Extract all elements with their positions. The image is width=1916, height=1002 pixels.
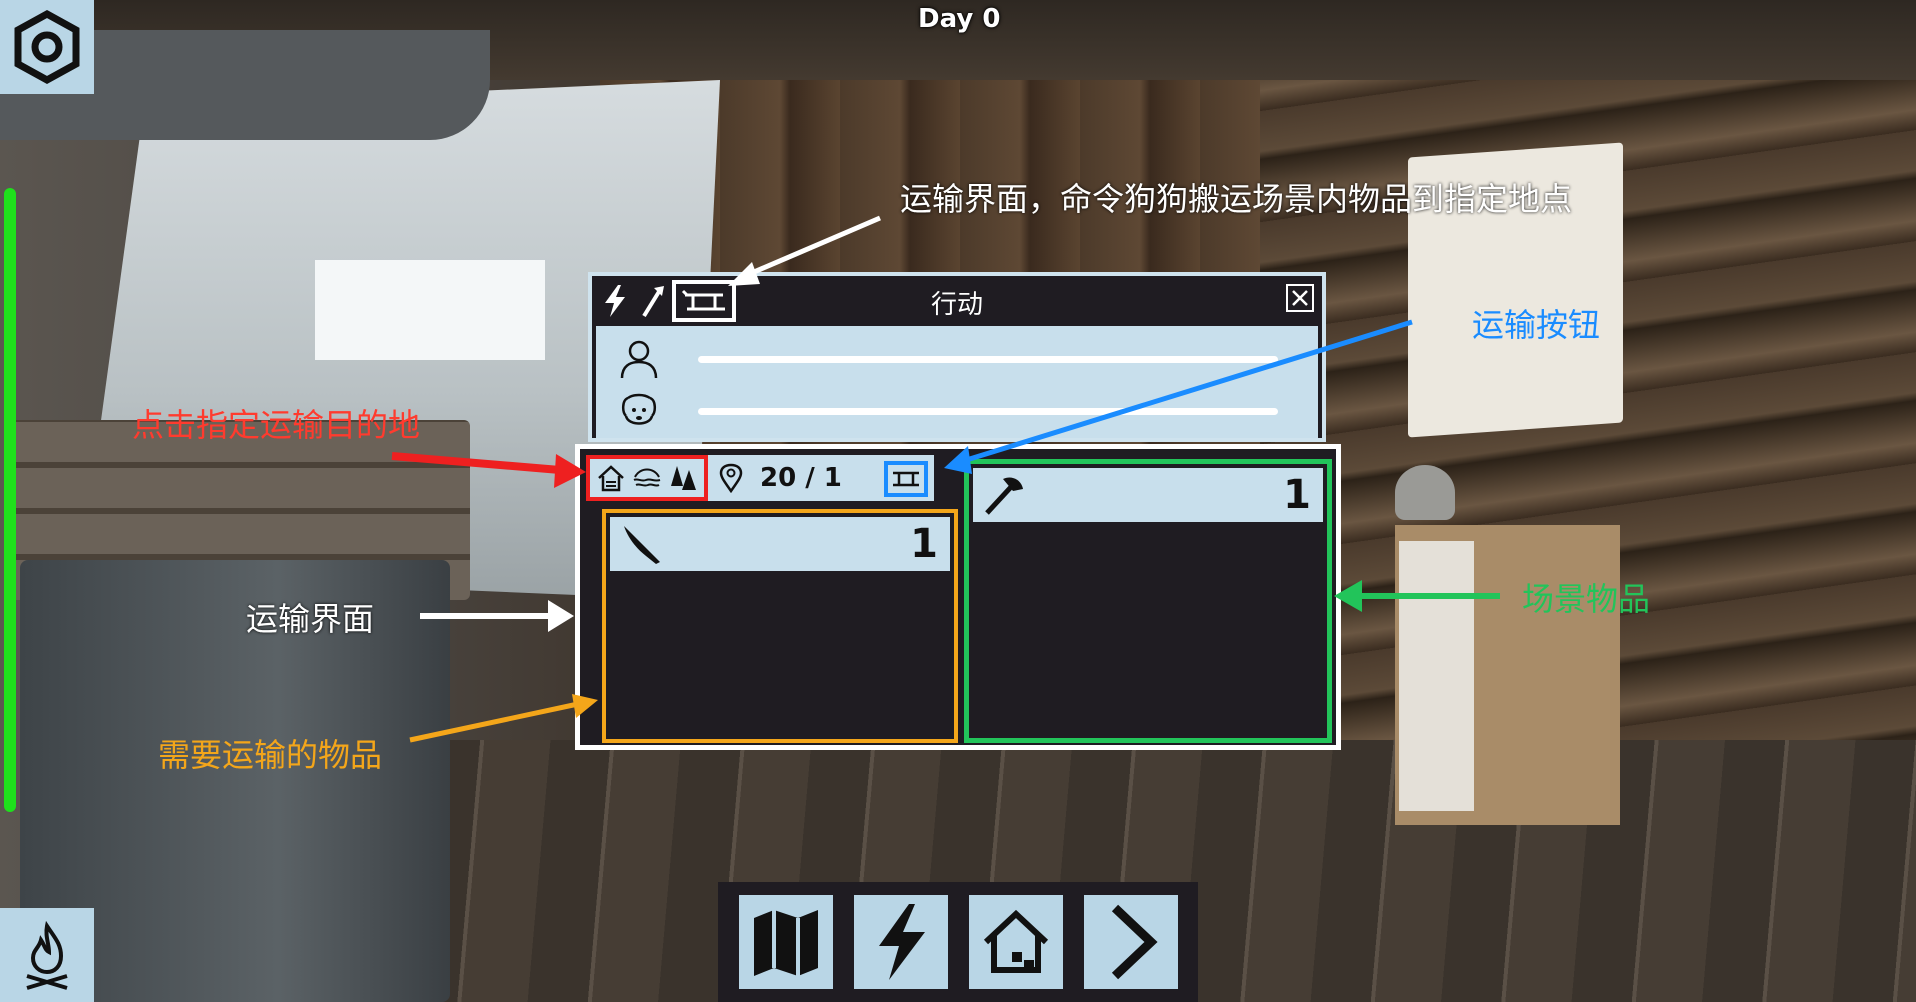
scene-item-axe[interactable]: 1 — [973, 468, 1323, 522]
action-dialog: 行动 — [588, 272, 1326, 442]
window — [315, 260, 545, 360]
transport-item-knife[interactable]: 1 — [610, 517, 950, 571]
close-icon — [1292, 290, 1308, 306]
sled-icon — [893, 471, 919, 487]
chevron-right-icon — [1111, 904, 1158, 980]
scene-items-list: 1 — [964, 459, 1332, 743]
item-quantity: 1 — [910, 521, 938, 567]
home-icon — [983, 909, 1048, 973]
action-button[interactable] — [853, 895, 948, 989]
dialog-body — [596, 326, 1318, 438]
campfire-icon — [26, 920, 68, 990]
gear-hex-icon — [14, 10, 80, 84]
lightning-icon — [878, 904, 925, 980]
map-icon — [753, 910, 818, 976]
dog-icon — [622, 393, 656, 425]
transport-items-list: 1 — [602, 509, 958, 743]
capacity-readout: 20 / 1 — [760, 463, 842, 493]
transport-toolbar: 20 / 1 — [586, 455, 934, 501]
lake-icon — [633, 468, 661, 487]
annotation-transport-ui: 运输界面 — [246, 600, 375, 638]
transport-panel: 20 / 1 1 1 — [575, 444, 1341, 750]
bottom-nav-bar — [718, 882, 1198, 1002]
kettle — [1395, 465, 1455, 520]
dog-status-row — [618, 384, 1278, 438]
dog-status-bar — [698, 407, 1278, 415]
dialog-title: 行动 — [930, 290, 983, 320]
close-button[interactable] — [1286, 284, 1314, 312]
annotation-click-destination: 点击指定运输目的地 — [132, 406, 421, 444]
house-icon — [598, 465, 624, 492]
next-button[interactable] — [1083, 895, 1178, 989]
settings-button[interactable] — [0, 0, 94, 94]
annotation-scene-items: 场景物品 — [1522, 580, 1651, 618]
annotation-items-to-transport: 需要运输的物品 — [158, 736, 383, 774]
map-button[interactable] — [738, 895, 833, 989]
destination-lake[interactable] — [632, 463, 662, 493]
axe-icon — [985, 477, 1023, 515]
person-status-bar — [698, 355, 1278, 363]
item-quantity: 1 — [1283, 472, 1311, 518]
location-pin-icon — [716, 463, 746, 493]
person-icon — [620, 340, 658, 379]
knife-icon — [624, 526, 660, 564]
campfire-button[interactable] — [0, 908, 94, 1002]
floor-cabinet — [1395, 525, 1620, 825]
annotation-transport-command: 运输界面，命令狗狗搬运场景内物品到指定地点 — [900, 180, 1573, 218]
annotation-transport-button: 运输按钮 — [1472, 306, 1601, 344]
day-label: Day 0 — [918, 4, 1001, 34]
destination-house[interactable] — [596, 463, 626, 493]
destination-forest[interactable] — [668, 463, 698, 493]
health-bar — [4, 188, 16, 812]
forest-icon — [671, 466, 696, 490]
destination-selector — [586, 455, 708, 501]
person-status-row — [618, 332, 1278, 386]
home-button[interactable] — [968, 895, 1063, 989]
transport-button[interactable] — [884, 461, 928, 497]
